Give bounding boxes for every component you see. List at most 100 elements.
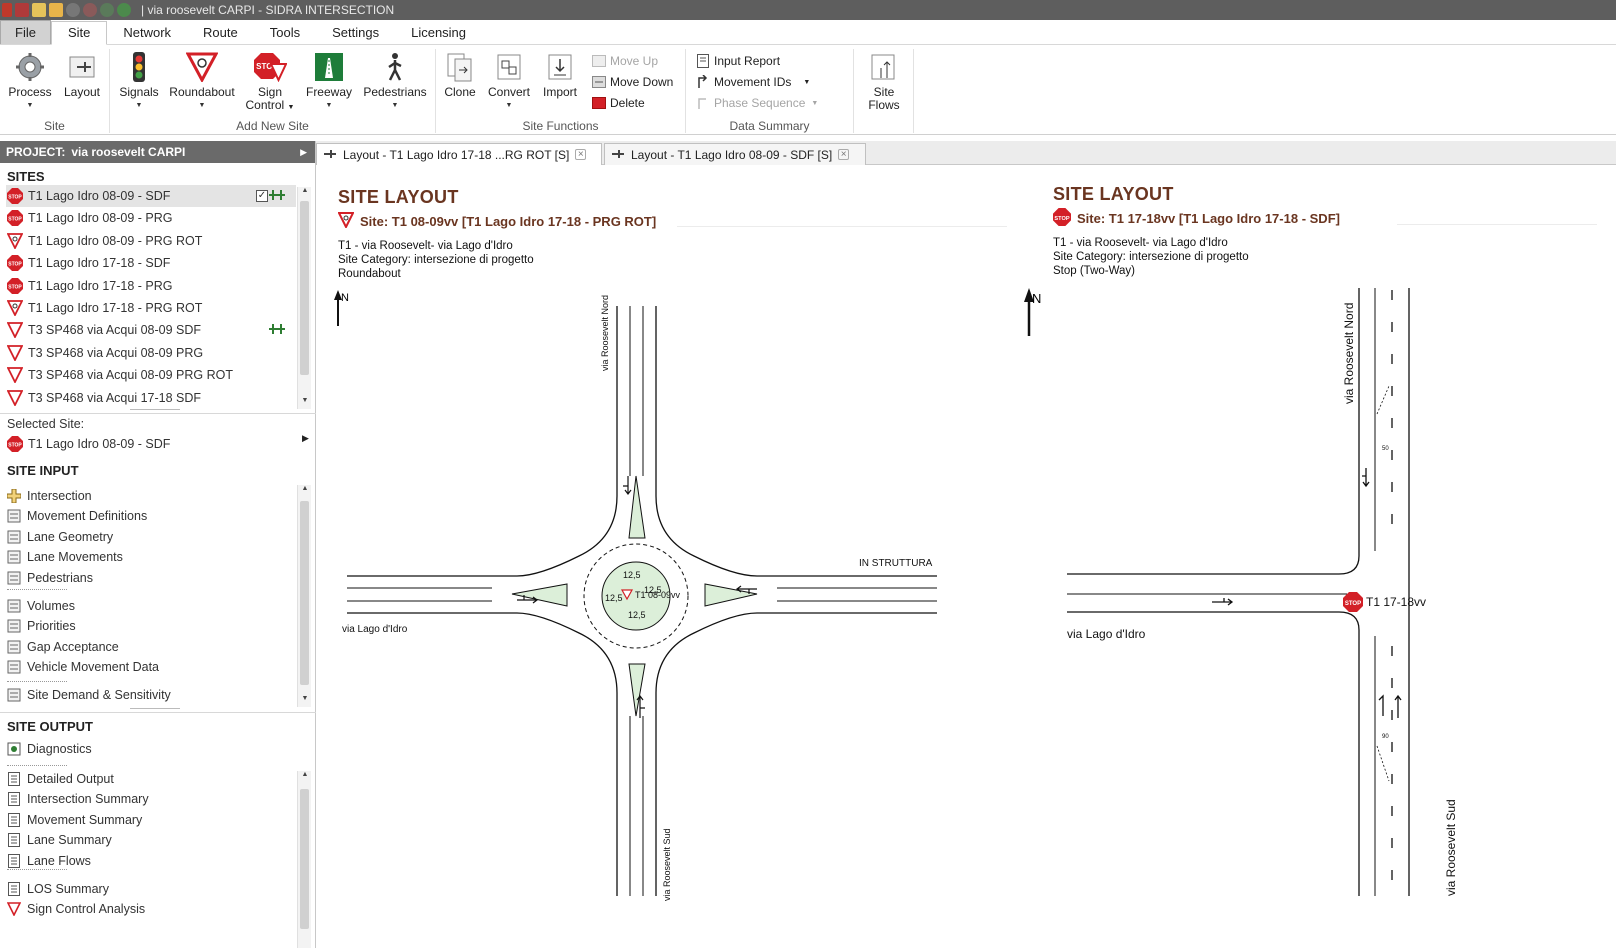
site-output-item[interactable]: Lane Summary xyxy=(6,830,112,850)
site-demand-icon xyxy=(6,687,22,703)
site-output-item[interactable]: Detailed Output xyxy=(6,769,114,789)
site-list-item[interactable]: T3 SP468 via Acqui 17-18 SDF xyxy=(6,387,296,409)
tab-settings[interactable]: Settings xyxy=(316,20,395,44)
input-report-button[interactable]: Input Report xyxy=(696,52,780,70)
save-icon[interactable] xyxy=(15,3,29,17)
clone-button[interactable]: Clone xyxy=(440,51,480,99)
lane-summary-icon xyxy=(6,832,22,848)
site-output-item[interactable]: Movement Summary xyxy=(6,810,142,830)
scroll-up-icon[interactable]: ▲ xyxy=(298,485,312,497)
site-list-item[interactable]: T1 Lago Idro 17-18 - PRG ROT xyxy=(6,297,296,319)
move-up-button[interactable]: Move Up xyxy=(592,52,658,70)
site-list-item[interactable]: T1 Lago Idro 08-09 - PRG ROT xyxy=(6,230,296,252)
scroll-down-icon[interactable]: ▼ xyxy=(298,695,312,707)
edit-icon[interactable] xyxy=(32,3,46,17)
site-list-item[interactable]: STOP T1 Lago Idro 17-18 - SDF xyxy=(6,252,296,274)
lane-movements-icon xyxy=(6,549,22,565)
phase-sequence-button[interactable]: Phase Sequence ▼ xyxy=(696,94,818,112)
gear-green-2-icon[interactable] xyxy=(117,3,131,17)
tab-tools[interactable]: Tools xyxy=(254,20,316,44)
site-list-item[interactable]: STOP T1 Lago Idro 08-09 - PRG xyxy=(6,207,296,229)
gear-green-icon[interactable] xyxy=(100,3,114,17)
site-list-item[interactable]: T3 SP468 via Acqui 08-09 SDF xyxy=(6,319,296,341)
site-input-item[interactable]: Volumes xyxy=(6,596,75,616)
chevron-right-icon[interactable]: ▶ xyxy=(302,433,309,444)
road-label-west: via Lago d'Idro xyxy=(342,624,408,635)
site-list-item[interactable]: T3 SP468 via Acqui 08-09 PRG ROT xyxy=(6,364,296,386)
site-input-item[interactable]: Lane Geometry xyxy=(6,527,113,547)
layout-button[interactable]: Layout xyxy=(60,51,104,99)
scroll-up-icon[interactable]: ▲ xyxy=(298,187,312,199)
open-folder-icon[interactable] xyxy=(49,3,63,17)
import-button[interactable]: Import xyxy=(538,51,582,99)
close-icon[interactable]: × xyxy=(575,149,587,160)
sign-control-analysis-icon xyxy=(6,901,22,917)
convert-button[interactable]: Convert ▼ xyxy=(484,51,534,112)
site-list-item-label: T3 SP468 via Acqui 08-09 PRG ROT xyxy=(28,368,233,383)
gear-red-icon[interactable] xyxy=(83,3,97,17)
site-input-item[interactable]: Priorities xyxy=(6,616,76,636)
site-input-item[interactable]: Vehicle Movement Data xyxy=(6,657,159,677)
file-menu[interactable]: File xyxy=(0,20,51,44)
process-label: Process xyxy=(8,85,52,99)
chevron-right-icon[interactable]: ▶ xyxy=(300,147,307,158)
freeway-button[interactable]: Freeway ▼ xyxy=(302,51,356,112)
site-input-item[interactable]: Site Demand & Sensitivity xyxy=(6,685,171,705)
scroll-thumb[interactable] xyxy=(300,789,309,929)
move-down-button[interactable]: Move Down xyxy=(592,73,673,91)
site-input-item[interactable]: Lane Movements xyxy=(6,547,123,567)
site-output-item[interactable]: Sign Control Analysis xyxy=(6,899,145,919)
site-input-item[interactable]: Pedestrians xyxy=(6,568,93,588)
convert-label: Convert xyxy=(487,85,531,99)
roundabout-button[interactable]: Roundabout ▼ xyxy=(166,51,238,112)
gear-icon[interactable] xyxy=(66,3,80,17)
pedestrians-label: Pedestrians xyxy=(363,85,427,99)
project-bar[interactable]: PROJECT: via roosevelt CARPI ▶ xyxy=(0,141,315,163)
delete-button[interactable]: Delete xyxy=(592,94,645,112)
pedestrians-button[interactable]: Pedestrians ▼ xyxy=(360,51,430,112)
splitter-handle[interactable] xyxy=(130,708,180,709)
movement-ids-button[interactable]: Movement IDs ▼ xyxy=(696,73,810,91)
site-list-item[interactable]: STOP T1 Lago Idro 08-09 - SDF ✓ xyxy=(6,185,296,207)
yield-sign-icon xyxy=(6,366,24,384)
tab-route[interactable]: Route xyxy=(187,20,254,44)
tab-site[interactable]: Site xyxy=(50,21,108,45)
site-output-item[interactable]: LOS Summary xyxy=(6,879,109,899)
yield-sign-icon xyxy=(6,344,24,362)
site-input-item[interactable]: Intersection xyxy=(6,486,92,506)
site-list-item[interactable]: STOP T1 Lago Idro 17-18 - PRG xyxy=(6,275,296,297)
project-label: PROJECT: xyxy=(6,145,66,159)
selected-site[interactable]: STOP T1 Lago Idro 08-09 - SDF xyxy=(6,433,296,455)
splitter-handle[interactable] xyxy=(130,409,180,410)
process-button[interactable]: Process ▼ xyxy=(6,51,54,112)
scroll-thumb[interactable] xyxy=(300,201,309,375)
tab-network[interactable]: Network xyxy=(107,20,187,44)
site-output-item[interactable]: Lane Flows xyxy=(6,851,91,871)
site-flows-icon xyxy=(867,51,901,83)
scroll-down-icon[interactable]: ▼ xyxy=(298,397,312,409)
road-label-north: via Roosevelt Nord xyxy=(1342,303,1356,404)
site-output-item[interactable]: Intersection Summary xyxy=(6,789,149,809)
close-icon[interactable]: × xyxy=(838,149,850,160)
site-output-scrollbar[interactable]: ▲ xyxy=(297,771,311,948)
site-input-item[interactable]: Gap Acceptance xyxy=(6,637,119,657)
site-input-scrollbar[interactable]: ▲ ▼ xyxy=(297,485,311,707)
site-input-item[interactable]: Movement Definitions xyxy=(6,506,147,526)
tab-licensing[interactable]: Licensing xyxy=(395,20,482,44)
scroll-thumb[interactable] xyxy=(300,501,309,685)
site-input-item-label: Vehicle Movement Data xyxy=(27,660,160,674)
sign-control-button[interactable]: STOP Sign Control ▼ xyxy=(242,51,298,114)
site-output-item[interactable]: Diagnostics xyxy=(6,739,92,759)
site-list-item[interactable]: T3 SP468 via Acqui 08-09 PRG xyxy=(6,342,296,364)
scroll-up-icon[interactable]: ▲ xyxy=(298,771,312,783)
divider xyxy=(7,765,67,766)
site-flows-button[interactable]: Site Flows xyxy=(862,51,906,112)
active-checkbox[interactable]: ✓ xyxy=(256,190,268,202)
signals-button[interactable]: Signals ▼ xyxy=(116,51,162,112)
yield-sign-icon xyxy=(6,321,24,339)
move-down-label: Move Down xyxy=(610,75,674,89)
sites-scrollbar[interactable]: ▲ ▼ xyxy=(297,187,311,409)
chevron-down-icon: ▼ xyxy=(505,102,513,109)
tab-layout-17-18-prg-rot[interactable]: Layout - T1 Lago Idro 17-18 ...RG ROT [S… xyxy=(316,143,602,165)
tab-layout-08-09-sdf[interactable]: Layout - T1 Lago Idro 08-09 - SDF [S] × xyxy=(604,143,866,165)
